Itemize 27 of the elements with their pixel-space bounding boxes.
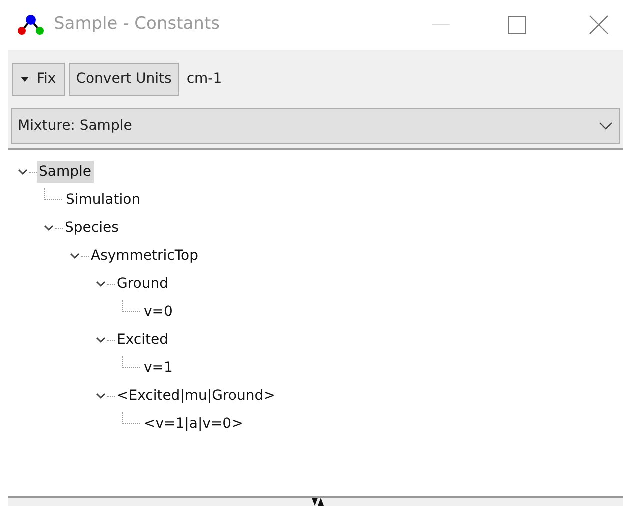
tree-item[interactable]: <Excited|mu|Ground> xyxy=(115,385,278,407)
tree-item[interactable]: v=0 xyxy=(142,301,175,323)
window-title: Sample - Constants xyxy=(54,13,220,36)
chevron-down-icon[interactable] xyxy=(96,391,106,401)
caret-icon xyxy=(21,76,29,82)
tree-item[interactable]: AsymmetricTop xyxy=(89,245,201,267)
tree-item[interactable]: Species xyxy=(63,217,121,239)
chevron-down-icon[interactable] xyxy=(96,279,106,289)
chevron-down-icon[interactable] xyxy=(96,335,106,345)
maximize-icon[interactable] xyxy=(508,16,526,34)
fix-button[interactable]: Fix xyxy=(12,62,66,96)
chevron-down-icon[interactable] xyxy=(18,167,28,177)
tree-item[interactable]: Simulation xyxy=(64,189,143,211)
tree-item[interactable]: <v=1|a|v=0> xyxy=(142,413,246,435)
tree-item[interactable]: Excited xyxy=(115,329,170,351)
convert-units-button[interactable]: Convert Units xyxy=(69,62,179,96)
tree-item[interactable]: Ground xyxy=(115,273,170,295)
tree-item[interactable]: Sample xyxy=(37,161,94,183)
app-icon xyxy=(16,14,46,36)
chevron-down-icon xyxy=(599,122,613,130)
units-label: cm-1 xyxy=(186,70,222,88)
mixture-dropdown[interactable]: Mixture: Sample xyxy=(11,108,620,144)
chevron-down-icon[interactable] xyxy=(44,223,54,233)
chevron-down-icon[interactable] xyxy=(70,251,80,261)
tree-item[interactable]: v=1 xyxy=(142,357,175,379)
close-icon[interactable] xyxy=(589,15,609,35)
splitter-handle-icon[interactable] xyxy=(312,498,324,506)
